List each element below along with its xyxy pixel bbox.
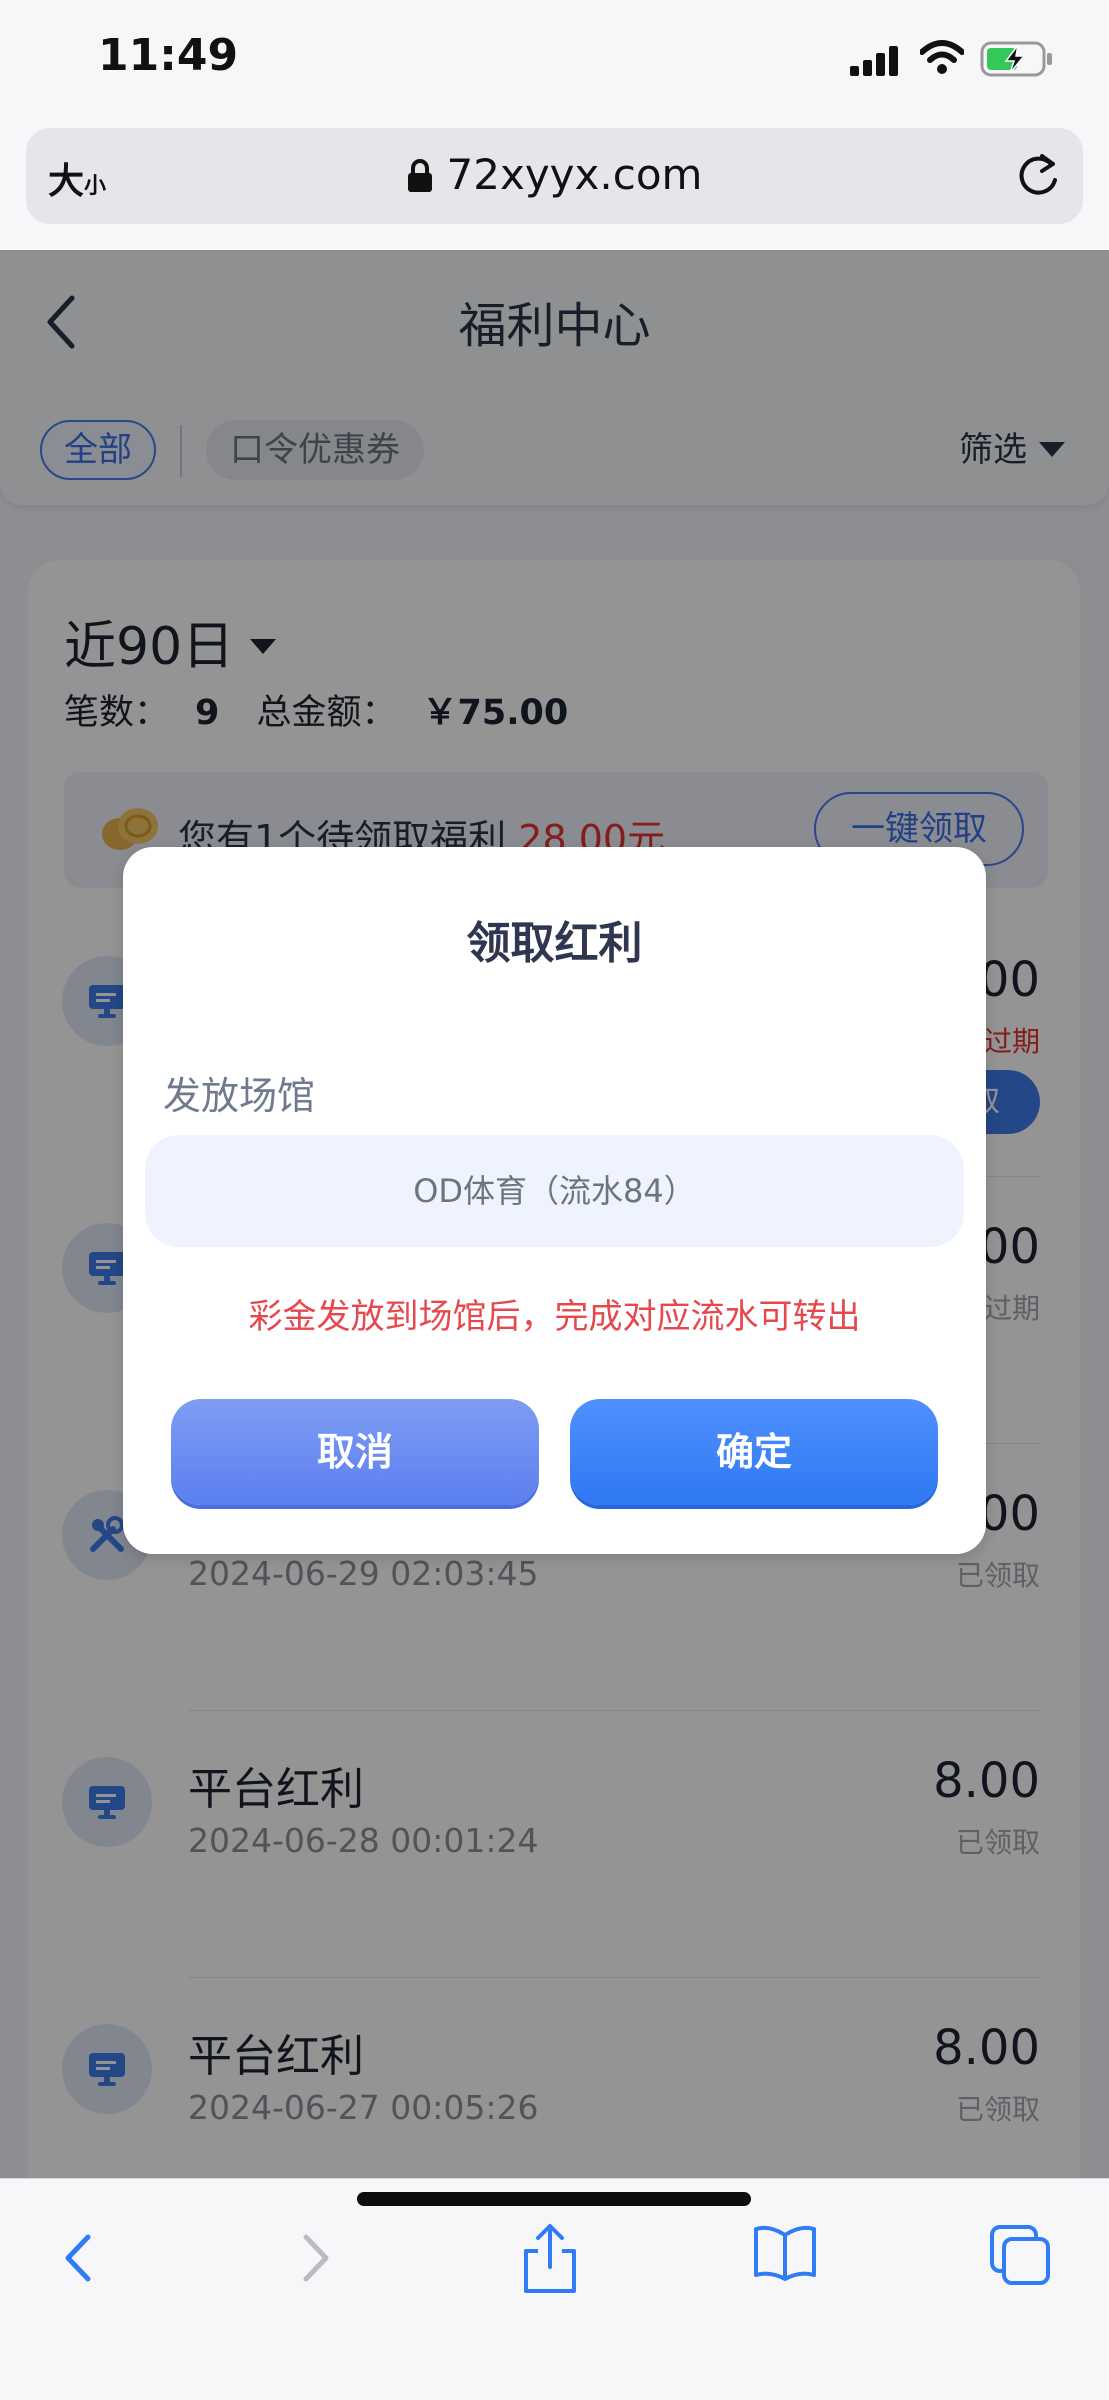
status-bar: 11:49 bbox=[0, 0, 1109, 124]
url-display[interactable]: 72xyyx.com bbox=[26, 150, 1083, 199]
browser-toolbar bbox=[0, 2178, 1109, 2400]
claim-bonus-dialog: 领取红利 发放场馆 OD体育（流水84） 彩金发放到场馆后，完成对应流水可转出 … bbox=[123, 847, 986, 1554]
home-indicator bbox=[357, 2192, 751, 2206]
battery-charging-icon bbox=[980, 41, 1052, 77]
browser-top-bar: 大小 72xyyx.com bbox=[0, 124, 1109, 250]
lock-icon bbox=[407, 159, 432, 192]
dialog-title: 领取红利 bbox=[466, 918, 643, 969]
dialog-note: 彩金发放到场馆后，完成对应流水可转出 bbox=[248, 1297, 861, 1337]
tabs-icon[interactable] bbox=[988, 2223, 1052, 2287]
forward-icon[interactable] bbox=[296, 2223, 336, 2293]
cancel-button[interactable]: 取消 bbox=[171, 1399, 539, 1505]
venue-select[interactable]: OD体育（流水84） bbox=[145, 1135, 964, 1247]
status-time: 11:49 bbox=[98, 30, 239, 81]
confirm-button[interactable]: 确定 bbox=[570, 1399, 938, 1505]
share-icon[interactable] bbox=[520, 2223, 580, 2295]
cellular-signal-icon bbox=[850, 46, 898, 76]
wifi-icon bbox=[920, 40, 964, 74]
bookmarks-icon[interactable] bbox=[752, 2223, 818, 2283]
back-icon[interactable] bbox=[58, 2223, 98, 2293]
address-bar[interactable]: 大小 72xyyx.com bbox=[26, 128, 1083, 224]
url-text: 72xyyx.com bbox=[446, 150, 703, 199]
venue-label: 发放场馆 bbox=[163, 1074, 316, 1118]
reload-icon[interactable] bbox=[1015, 150, 1061, 200]
